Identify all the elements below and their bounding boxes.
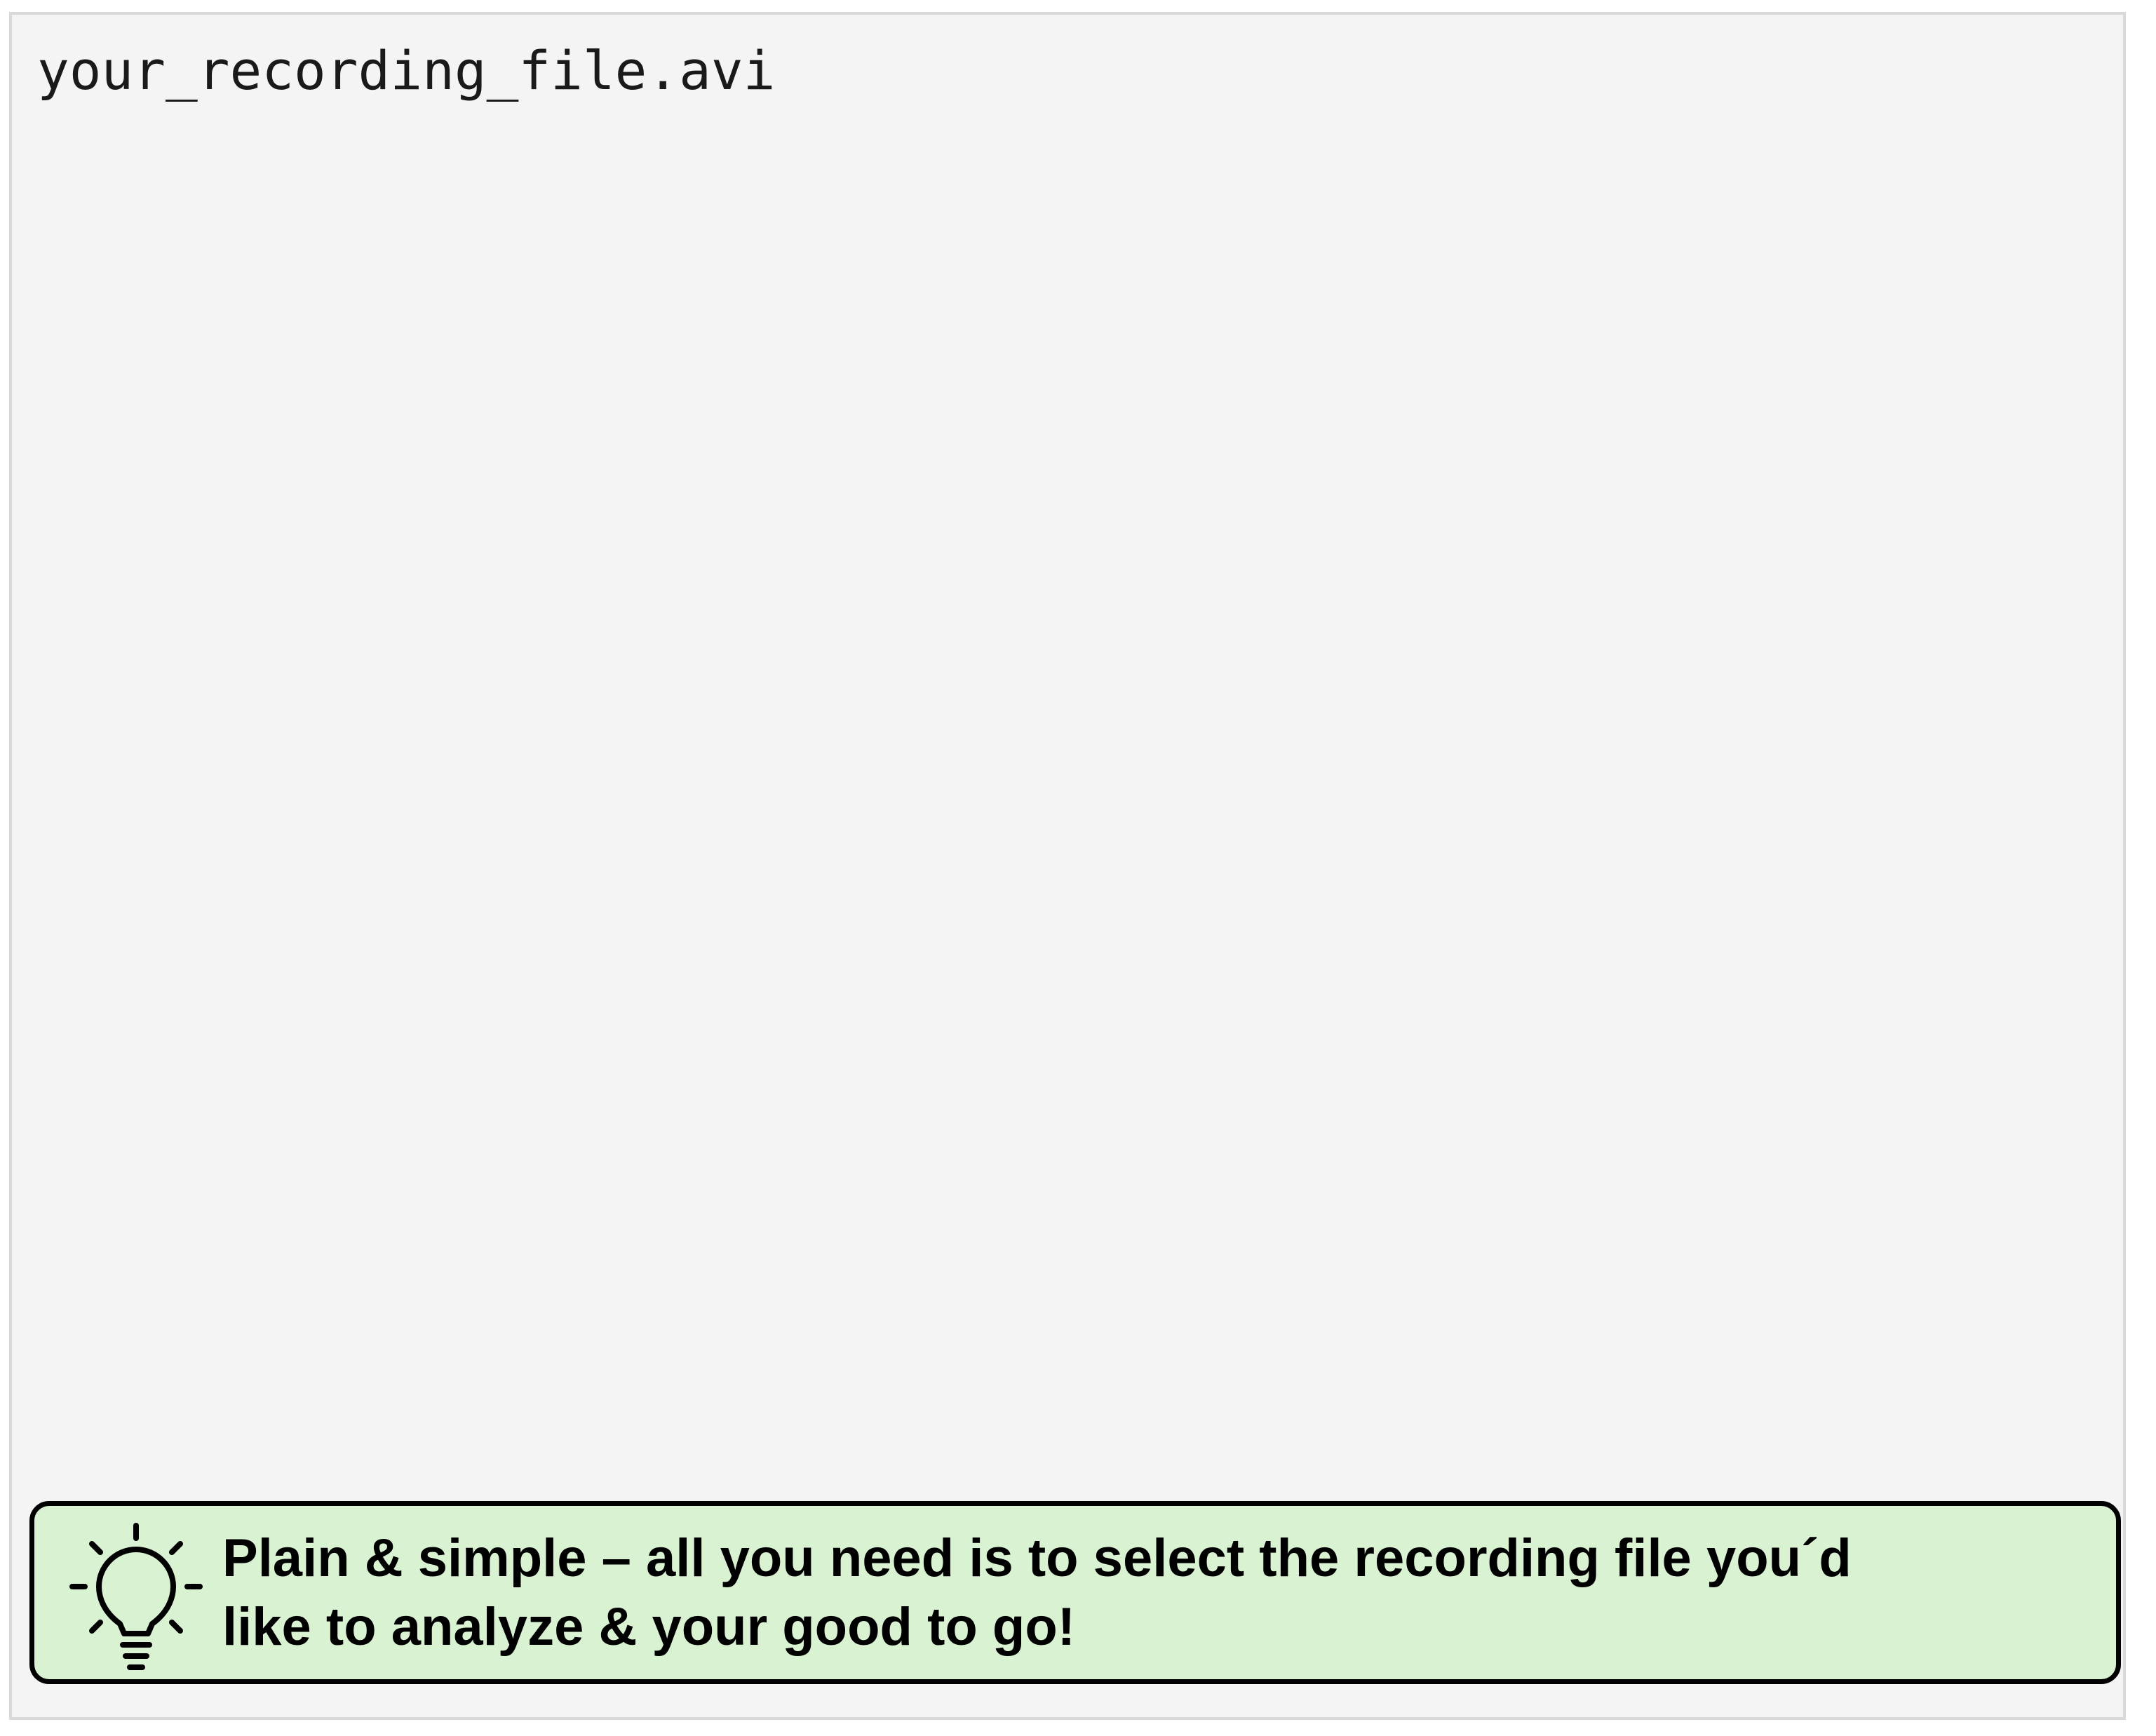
tip-line-2: like to analyze & your good to go! <box>222 1597 1076 1657</box>
recording-filename: your_recording_file.avi <box>37 39 776 102</box>
tip-callout: Plain & simple – all you need is to sele… <box>29 1501 2121 1684</box>
file-preview-panel: your_recording_file.avi <box>9 12 2126 1720</box>
tip-line-1: Plain & simple – all you need is to sele… <box>222 1528 1852 1588</box>
lightbulb-icon <box>55 1520 217 1681</box>
tip-message: Plain & simple – all you need is to sele… <box>222 1524 2102 1662</box>
